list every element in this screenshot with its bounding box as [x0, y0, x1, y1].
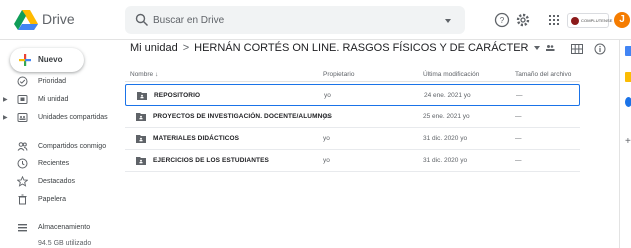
file-owner: yo — [324, 92, 331, 99]
sidebar-item-label: Papelera — [38, 196, 67, 203]
file-name[interactable]: PROYECTOS DE INVESTIGACIÓN. DOCENTE/ALUM… — [153, 113, 332, 120]
file-owner: yo — [323, 157, 330, 164]
shared-drives-icon — [17, 113, 28, 122]
info-icon[interactable] — [594, 43, 606, 55]
new-button-label: Nuevo — [38, 55, 63, 64]
sidebar-item-label: Destacados — [38, 178, 75, 185]
calendar-icon[interactable] — [625, 46, 631, 56]
organization-name: COMPLUTENSE — [581, 18, 613, 23]
sidebar-item-priority[interactable]: Prioridad — [0, 74, 120, 90]
sidebar-item-starred[interactable]: Destacados — [0, 174, 120, 190]
sidebar-item-label: Mi unidad — [38, 96, 69, 103]
settings-gear-icon[interactable] — [515, 12, 531, 28]
table-row[interactable]: EJERCICIOS DE LOS ESTUDIANTES yo 31 dic.… — [125, 150, 580, 172]
file-owner: yo — [323, 113, 330, 120]
grid-view-icon[interactable] — [571, 44, 583, 54]
user-avatar[interactable]: J — [614, 12, 630, 28]
breadcrumb-current-folder[interactable]: HERNÁN CORTÉS ON LINE. RASGOS FÍSICOS Y … — [194, 42, 528, 54]
sidebar-item-recent[interactable]: Recientes — [0, 156, 120, 172]
sidebar-item-label: Almacenamiento — [38, 224, 91, 231]
sidebar-item-shared-drives[interactable]: ▶ Unidades compartidas — [0, 110, 120, 126]
column-header-size[interactable]: Tamaño del archivo — [515, 71, 571, 78]
shared-folder-icon — [136, 113, 146, 121]
file-modified: 31 dic. 2020 yo — [423, 135, 468, 142]
my-drive-icon — [17, 95, 28, 104]
help-icon[interactable]: ? — [494, 12, 510, 28]
table-row[interactable]: REPOSITORIO yo 24 ene. 2021 yo — — [125, 84, 580, 106]
storage-usage-row: 94.5 GB utilizado — [0, 236, 120, 248]
file-size: — — [516, 92, 523, 99]
sidebar-item-storage[interactable]: Almacenamiento — [0, 220, 120, 236]
file-name[interactable]: EJERCICIOS DE LOS ESTUDIANTES — [153, 157, 269, 164]
file-owner: yo — [323, 135, 330, 142]
sidebar-item-trash[interactable]: Papelera — [0, 192, 120, 208]
column-header-modified[interactable]: Última modificación — [423, 71, 479, 78]
sidebar-item-label: Unidades compartidas — [38, 114, 108, 121]
file-size: — — [515, 113, 522, 120]
sidebar-item-shared-with-me[interactable]: Compartidos conmigo — [0, 139, 120, 155]
file-size: — — [515, 135, 522, 142]
new-button[interactable]: Nuevo — [10, 48, 84, 72]
file-modified: 24 ene. 2021 yo — [424, 92, 471, 99]
file-name[interactable]: REPOSITORIO — [154, 92, 200, 99]
file-modified: 31 dic. 2020 yo — [423, 157, 468, 164]
table-row[interactable]: PROYECTOS DE INVESTIGACIÓN. DOCENTE/ALUM… — [125, 106, 580, 128]
apps-grid-icon[interactable] — [546, 12, 562, 28]
expand-arrow-icon[interactable]: ▶ — [3, 114, 8, 121]
keep-icon[interactable] — [625, 72, 631, 82]
sidebar-item-label: Recientes — [38, 160, 70, 167]
table-row[interactable]: MATERIALES DIDÁCTICOS yo 31 dic. 2020 yo… — [125, 128, 580, 150]
shared-folder-icon — [136, 157, 146, 165]
sidebar-item-label: Compartidos conmigo — [38, 143, 107, 150]
sidebar-item-label: Prioridad — [38, 78, 67, 85]
search-box[interactable] — [125, 6, 465, 34]
header-divider — [125, 81, 580, 82]
svg-text:?: ? — [500, 16, 505, 25]
star-icon — [17, 176, 28, 187]
storage-icon — [18, 224, 27, 232]
side-panel-rail: + — [619, 40, 631, 248]
search-icon[interactable] — [135, 13, 149, 27]
organization-badge[interactable]: COMPLUTENSE — [567, 13, 612, 28]
file-name[interactable]: MATERIALES DIDÁCTICOS — [153, 135, 239, 142]
shared-with-me-icon — [17, 142, 28, 151]
expand-arrow-icon[interactable]: ▶ — [3, 96, 8, 103]
column-header-name[interactable]: Nombre ↓ — [130, 71, 158, 78]
shared-folder-icon — [136, 135, 146, 143]
search-options-dropdown-icon[interactable] — [443, 17, 453, 25]
shared-folder-people-icon[interactable] — [545, 44, 555, 52]
file-size: — — [515, 157, 522, 164]
plus-icon — [19, 54, 31, 66]
sort-arrow-icon[interactable]: ↓ — [155, 71, 158, 78]
breadcrumb-root[interactable]: Mi unidad — [130, 42, 178, 54]
tasks-icon[interactable] — [625, 97, 631, 107]
chevron-down-icon[interactable] — [533, 45, 541, 51]
add-addon-icon[interactable]: + — [625, 136, 631, 147]
shared-folder-icon — [137, 92, 147, 100]
storage-used-text: 94.5 GB utilizado — [38, 240, 92, 247]
sidebar-item-my-drive[interactable]: ▶ Mi unidad — [0, 92, 120, 108]
file-modified: 25 ene. 2021 yo — [423, 113, 470, 120]
breadcrumb: Mi unidad > HERNÁN CORTÉS ON LINE. RASGOS … — [130, 42, 555, 60]
search-input[interactable] — [153, 6, 423, 34]
clock-icon — [17, 158, 28, 169]
top-bar: Drive ? COMPLUTENSE J — [0, 0, 631, 40]
app-title[interactable]: Drive — [42, 11, 75, 27]
drive-logo-icon[interactable] — [14, 10, 38, 30]
priority-check-icon — [17, 76, 28, 87]
column-header-owner[interactable]: Propietario — [323, 71, 354, 78]
breadcrumb-separator: > — [182, 42, 190, 54]
university-seal-icon — [571, 17, 579, 25]
trash-icon — [18, 194, 27, 205]
